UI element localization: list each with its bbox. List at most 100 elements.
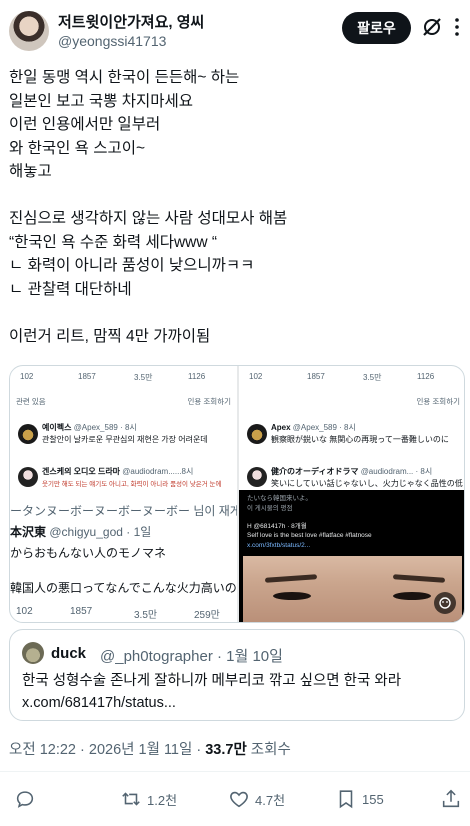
tweet-header: 저트윗이안가져요, 영씨 @yeongssi41713 팔로우 [0,0,470,64]
mini-avatar [18,467,38,487]
mini-bookmark-count: 1126 [417,372,435,381]
tweet-line: 이런거 리트, 맘찍 4만 가까이됨 [9,327,211,345]
mini-reply-text: 笑いにしていい話じゃないし、火力じゃなく品性の低 [271,479,463,488]
quoted-tweet[interactable]: duck @_ph0tographer · 1월 10일 한국 성형수술 존나게… [9,629,465,721]
mini-bookmark-count: 1126 [188,372,206,381]
quoted-display-name: duck [51,645,87,662]
tweet-line: ㄴ 관찰력 대단하네 [9,280,132,298]
mini-quote-views: 인용 조회하기 [416,397,460,406]
big-retweet-count: 1857 [70,606,93,617]
heart-icon [230,791,248,808]
mini-handle: @audiodram......8시 [122,467,194,476]
mini-handle: @Apex_589 · 8시 [73,423,137,432]
embedded-photo-card: たいなら韓国来いよ。 이 게시물의 평점 H @681417h · 8개월 Se… [239,490,464,622]
mini-avatar [18,424,38,444]
tweet-line: 이런 인용에서만 일부러 [9,116,161,133]
tweet-line: 해놓고 [9,163,52,180]
face-eye [393,592,431,600]
mini-stats: 102 1857 3.5만 1126 [245,372,460,386]
retweet-count: 1.2천 [147,792,178,808]
grok-icon[interactable] [420,15,444,39]
face-eye [273,592,311,600]
quoted-author-name: 本沢東 [10,525,47,539]
card-user: H @681417h · 8개월 [247,523,307,530]
mini-like-count: 3.5만 [134,373,153,382]
big-views-count: 259만 [194,610,220,621]
bookmark-count: 155 [362,791,384,807]
mini-stats: 102 1857 3.5만 1126 [16,372,231,386]
tweet-line: 한일 동맹 역시 한국이 든든해~ 하는 [9,69,240,86]
mini-sort-label: 관련 있음 [16,397,46,406]
author-display-name[interactable]: 저트윗이안가져요, 영씨 [58,11,204,32]
reply-button[interactable] [14,782,36,816]
mini-reply-author: 겐스케의 오디오 드라마 @audiodram......8시 [42,466,193,477]
mini-handle: @Apex_589 · 8시 [292,423,356,432]
like-count: 4.7천 [255,792,286,808]
mini-sort-row: 관련 있음 인용 조회하기 [16,396,231,407]
timestamp-text[interactable]: 오전 12:22 · 2026년 1월 11일 · [9,742,205,758]
mini-reply-author: Apex @Apex_589 · 8시 [271,422,356,433]
like-button[interactable]: 4.7천 [228,782,285,816]
view-label: 조회수 [246,742,291,758]
retweet-button[interactable]: 1.2천 [120,782,177,816]
card-overflow-text: たいなら韓国来いよ。 [247,495,312,502]
share-button[interactable] [440,782,462,816]
card-text: Self love is the best love #flatface #fl… [247,532,372,539]
tweet-line: ㄴ 화력이 아니라 품성이 낮으니까ㅋㅋ [9,257,255,274]
mini-reply-author: 健介のオーディオドラマ @audiodram... · 8시 [271,466,432,477]
tweet-line: “한국인 욕 수준 화력 세다www “ [9,233,218,251]
bookmark-icon [339,790,353,809]
tweet-media[interactable]: 102 1857 3.5만 1126 관련 있음 인용 조회하기 예이펙스 @A… [9,365,465,623]
mini-avatar [247,424,267,444]
mini-retweet-count: 1857 [307,372,325,381]
mini-reply-text: 観察眼が鋭いな 無関心の再現って一番難しいのに [271,435,449,444]
tweet-actions: 1.2천 4.7천 155 [0,782,470,816]
mini-quote-views: 인용 조회하기 [187,397,231,406]
mini-reply-count: 102 [249,372,263,381]
tweet-text: 한일 동맹 역시 한국이 든든해~ 하는 일본인 보고 국뽕 차지마세요 이런 … [9,66,464,348]
mini-handle: @audiodram... · 8시 [360,467,433,476]
mini-name: 健介のオーディオドラマ [271,467,359,476]
retweet-icon [122,792,140,806]
share-icon [442,789,460,808]
bookmark-button[interactable]: 155 [335,782,384,816]
quoted-line: 한국 성형수술 존나게 잘하니까 메부리코 깎고 싶으면 한국 와라 [22,673,402,689]
tweet-line: 일본인 보고 국뽕 차지마세요 [9,92,194,110]
mini-like-count: 3.5만 [363,373,382,382]
quoted-tweet-text: 한국 성형수술 존나게 잘하니까 메부리코 깎고 싶으면 한국 와라 x.com… [22,670,454,714]
alt-text-icon[interactable] [434,592,456,614]
mini-name: 예이펙스 [42,423,72,432]
card-link: x.com/3fxtb/status/2... [247,542,311,549]
mini-reply-count: 102 [20,372,34,381]
quoted-text: 韓国人の悪口ってなんでこんな火力高いの [10,581,237,595]
view-count: 33.7만 [205,742,247,758]
author-handle[interactable]: @yeongssi41713 [58,33,166,49]
repost-line: ータンヌーボーヌーボーヌーボー 님이 재게시함 [10,504,237,518]
quoted-text: からおもんない人のモノマネ [10,546,167,560]
quoted-author-line: 本沢東 @chigyu_god · 1일 [10,523,151,540]
mini-reply-text: 관찰안이 날카로운 무관심의 재현은 가장 어려운데 [42,435,208,444]
quoted-handle-date: @_ph0tographer · 1월 10일 [100,648,283,665]
media-screenshot-left[interactable]: 102 1857 3.5만 1126 관련 있음 인용 조회하기 예이펙스 @A… [10,366,237,622]
big-like-count: 3.5만 [134,610,158,621]
reply-icon [16,791,34,808]
big-reply-count: 102 [16,606,33,617]
quoted-link[interactable]: x.com/681417h/status... [22,692,454,714]
face-photo [243,556,462,622]
tweet-timestamp: 오전 12:22 · 2026년 1월 11일 · 33.7만 조회수 [9,738,291,759]
mini-name: Apex [271,423,291,432]
media-screenshot-right[interactable]: 102 1857 3.5만 1126 인용 조회하기 Apex @Apex_58… [239,366,464,622]
author-avatar[interactable] [9,11,49,51]
mini-avatar [247,467,267,487]
actions-divider [0,771,470,772]
card-label: 이 게시물의 평점 [247,505,293,512]
follow-button[interactable]: 팔로우 [342,12,411,44]
mini-reply-author: 예이펙스 @Apex_589 · 8시 [42,422,137,433]
more-vertical-icon[interactable] [450,16,464,38]
face-brow [392,574,446,583]
quoted-avatar [22,642,44,664]
mini-retweet-count: 1857 [78,372,96,381]
quoted-author-handle: @chigyu_god · 1일 [49,525,152,539]
